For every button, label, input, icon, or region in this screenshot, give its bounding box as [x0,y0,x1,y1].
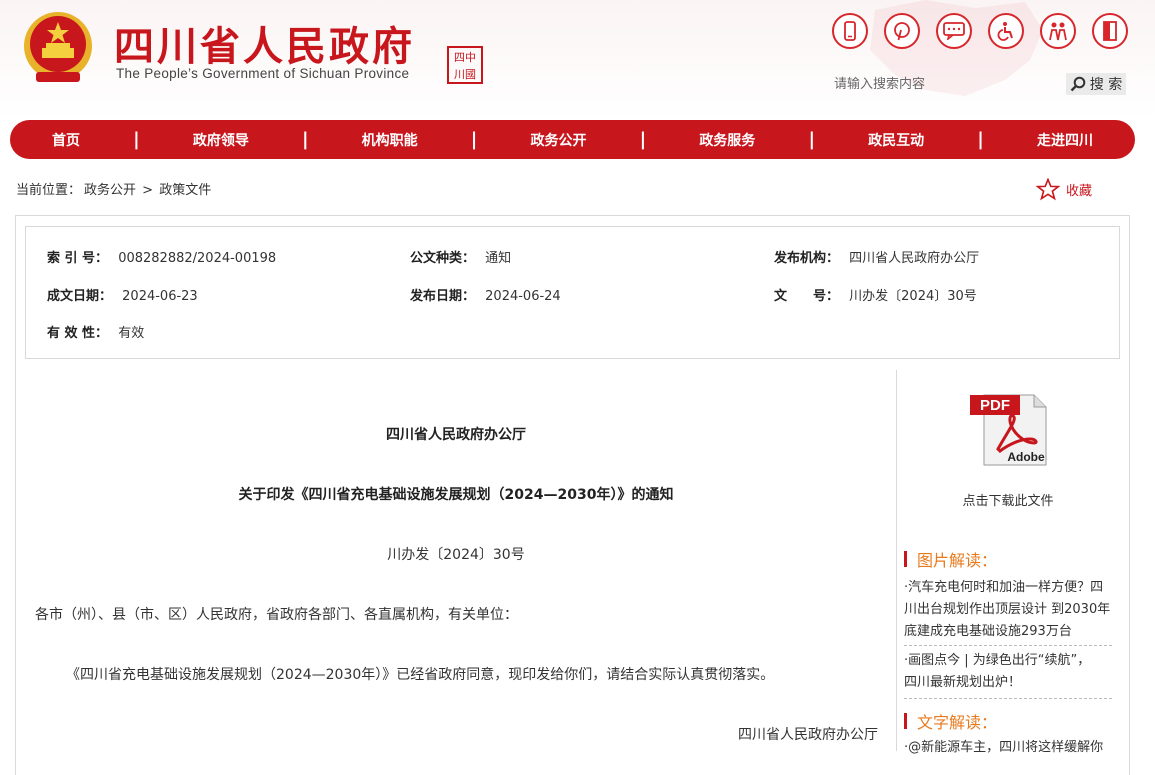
national-emblem-icon [24,12,92,82]
exit-icon[interactable] [1092,13,1128,49]
accessibility-icon[interactable] [988,13,1024,49]
nav-item-about-sichuan[interactable]: 走进四川 [1037,130,1093,150]
meta-org: 发布机构： 四川省人民政府办公厅 [774,247,979,266]
main-nav: 首页 | 政府领导 | 机构职能 | 政务公开 | 政务服务 | 政民互动 | … [10,120,1135,159]
favorite-label: 收藏 [1066,184,1093,199]
meta-docno-value: 川办发〔2024〕30号 [849,289,977,304]
meta-type-value: 通知 [485,251,512,266]
breadcrumb-separator: > [142,183,154,198]
meta-valid-label: 有 效 性： [47,326,109,341]
nav-separator: | [639,129,647,150]
meta-pub-label: 发布日期： [410,289,476,304]
meta-docno: 文 号： 川办发〔2024〕30号 [774,285,977,304]
meta-date: 成文日期： 2024-06-23 [47,285,198,304]
top-icon-bar [830,13,1130,53]
meta-pub-value: 2024-06-24 [485,289,561,304]
nav-item-open-affairs[interactable]: 政务公开 [530,130,586,150]
breadcrumb: 当前位置： 政务公开 > 政策文件 [16,179,214,198]
meta-org-label: 发布机构： [774,251,840,266]
nav-separator: | [470,129,478,150]
site-subtitle: The People’s Government of Sichuan Provi… [116,66,410,81]
sidebar-dashed-divider [904,645,1112,646]
picture-heading-label: 图片解读： [917,551,998,570]
nav-item-interaction[interactable]: 政民互动 [868,130,924,150]
meta-docno-label: 文 号： [774,289,840,304]
sidebar-item-picture-1[interactable]: ·汽车充电何时和加油一样方便？四 川出台规划作出顶层设计 到2030年 底建成充… [904,577,1114,643]
nav-item-services[interactable]: 政务服务 [699,130,755,150]
sidebar-line: 四川最新规划出炉！ [904,675,1022,690]
meta-date-value: 2024-06-23 [122,289,198,304]
meta-type: 公文种类： 通知 [410,247,511,266]
document-meta-table: 索 引 号： 008282882/2024-00198 公文种类： 通知 发布机… [25,226,1120,359]
pdf-badge-text: PDF [980,397,1010,414]
sidebar-line: ·汽车充电何时和加油一样方便？四 [904,580,1104,595]
sidebar-line: 川出台规划作出顶层设计 到2030年 [904,602,1111,617]
search-box: 搜 索 [828,72,1128,96]
text-heading-label: 文字解读： [917,713,998,732]
mobile-icon[interactable] [832,13,868,49]
document-signature: 四川省人民政府办公厅 [738,727,878,743]
nav-item-home[interactable]: 首页 [52,130,80,150]
meta-valid: 有 效 性： 有效 [47,322,144,341]
heading-bar [904,713,907,729]
favorite-button[interactable]: 收藏 [1036,178,1092,201]
site-title: 四川省人民政府 [114,23,415,70]
search-input[interactable] [828,72,1068,96]
meta-pub: 发布日期： 2024-06-24 [410,285,561,304]
nav-separator: | [977,129,984,150]
elderly-care-icon[interactable] [1040,13,1076,49]
nav-separator: | [301,129,309,150]
seal-logo: 四中 川國 [447,46,483,84]
nav-separator: | [133,129,140,150]
meta-date-label: 成文日期： [47,289,113,304]
search-icon [1070,76,1086,92]
download-file-link[interactable]: 点击下载此文件 [898,490,1118,509]
meta-valid-value: 有效 [118,326,145,341]
search-button[interactable]: 搜 索 [1066,73,1126,95]
heading-bar [904,551,907,567]
picture-interpretation-heading: 图片解读： [904,547,997,571]
adobe-text: Adobe [1007,450,1045,464]
sidebar-item-picture-2[interactable]: ·画图点今 | 为绿色出行“续航”， 四川最新规划出炉！ [904,650,1114,694]
search-button-label: 搜 索 [1089,77,1123,93]
text-interpretation-heading: 文字解读： [904,709,997,733]
sidebar-divider [896,370,897,751]
message-icon[interactable] [936,13,972,49]
document-salutation: 各市（州）、县（市、区）人民政府，省政府各部门、各直属机构，有关单位： [35,607,518,623]
pinterest-icon[interactable] [884,13,920,49]
nav-item-functions[interactable]: 机构职能 [362,130,418,150]
star-icon [1036,178,1060,201]
meta-index: 索 引 号： 008282882/2024-00198 [47,247,276,266]
meta-index-value: 008282882/2024-00198 [118,251,277,266]
meta-org-value: 四川省人民政府办公厅 [849,251,980,266]
sidebar-line: ·@新能源车主，四川将这样缓解你 [904,740,1104,755]
breadcrumb-link-open-affairs[interactable]: 政务公开 [84,183,136,198]
document-issuer: 四川省人民政府办公厅 [386,427,526,443]
sidebar-item-text-1[interactable]: ·@新能源车主，四川将这样缓解你 [904,737,1114,759]
sidebar-dashed-divider [904,698,1112,699]
breadcrumb-prefix: 当前位置： [16,183,82,198]
pdf-download-icon[interactable]: PDF Adobe [968,391,1048,467]
meta-index-label: 索 引 号： [47,251,109,266]
sidebar-line: 底建成充电基础设施293万台 [904,624,1072,639]
document-paragraph: 《四川省充电基础设施发展规划（2024—2030年）》已经省政府同意，现印发给你… [66,667,775,683]
sidebar-line: ·画图点今 | 为绿色出行“续航”， [904,653,1091,668]
nav-item-leaders[interactable]: 政府领导 [193,130,249,150]
breadcrumb-link-policy[interactable]: 政策文件 [159,183,211,198]
document-number: 川办发〔2024〕30号 [387,547,525,563]
meta-type-label: 公文种类： [410,251,476,266]
nav-separator: | [808,129,816,150]
document-title: 关于印发《四川省充电基础设施发展规划（2024—2030年）》的通知 [238,487,674,503]
